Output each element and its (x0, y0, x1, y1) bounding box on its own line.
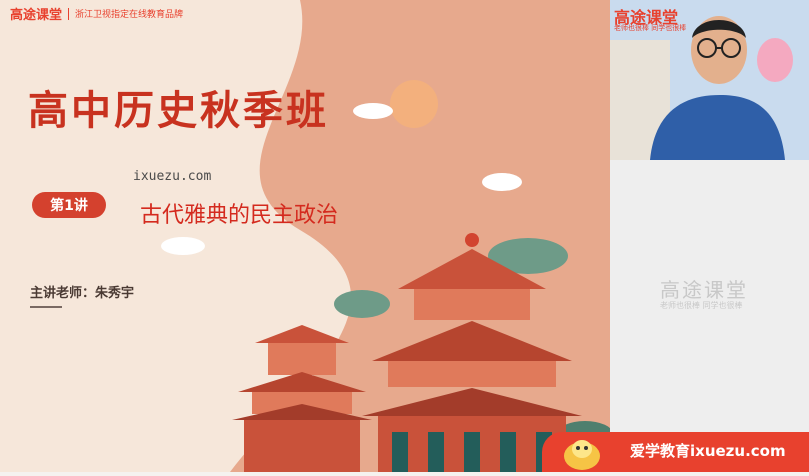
lecture-slide: 高途课堂 浙江卫视指定在线教育品牌 高中历史秋季班 ixuezu.com 第1讲… (0, 0, 610, 472)
brand-tagline: 浙江卫视指定在线教育品牌 (75, 10, 184, 20)
lecture-badge: 第1讲 (32, 192, 106, 218)
brand-divider (68, 7, 70, 20)
brand-header: 高途课堂 浙江卫视指定在线教育品牌 (10, 4, 183, 23)
sun-shape (390, 80, 438, 128)
watermark-text: ixuezu.com (133, 169, 212, 184)
video-tagline: 老师也很棒 同学也很棒 (614, 24, 687, 32)
banner-text: 爱学教育ixuezu.com (630, 442, 786, 460)
course-title: 高中历史秋季班 (28, 88, 329, 134)
side-placeholder-panel (610, 160, 809, 472)
slide-illustration (161, 0, 610, 472)
teacher-underline (30, 306, 62, 308)
lecture-title: 古代雅典的民主政治 (140, 203, 339, 228)
teacher-name: 主讲老师：朱秀宇 (30, 286, 135, 301)
placeholder-tagline: 老师也很棒 同学也很棒 (660, 301, 743, 310)
placeholder-logo: 高途课堂 (660, 278, 748, 302)
brand-logo: 高途课堂 (10, 8, 63, 23)
